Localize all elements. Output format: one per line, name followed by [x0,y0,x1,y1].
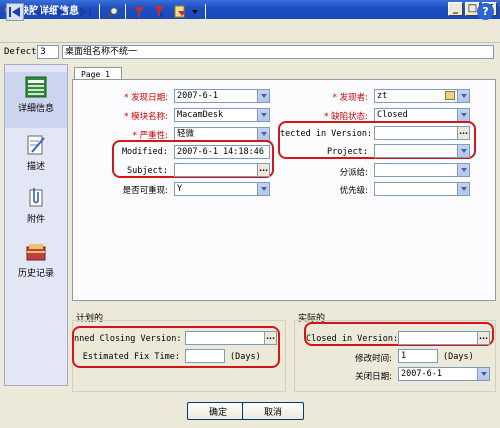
dropdown-arrow-icon[interactable] [190,3,200,21]
filter-clear-icon[interactable]: ! [150,3,168,21]
assigned-to-field[interactable] [374,163,470,177]
detected-by-field[interactable]: zt [374,89,470,103]
severity-field[interactable]: 轻微 [174,127,270,141]
history-icon [26,244,46,261]
actual-fix-time-field[interactable]: 1 [398,349,438,363]
next-record-icon[interactable] [52,3,70,21]
last-record-icon[interactable] [76,3,94,21]
browse-button[interactable]: ... [257,164,269,176]
project-field[interactable] [374,144,470,158]
detected-date-label: * 发现日期: [124,93,168,103]
toolbar-separator [125,4,126,20]
nav-item-details[interactable]: 详细信息 [5,72,67,128]
prev-record-icon[interactable] [28,3,46,21]
folder-icon[interactable] [445,91,455,100]
details-icon [25,76,47,98]
reproducible-label: 是否可重现: [122,186,168,196]
module-label: * 模块名称: [124,112,168,122]
closed-in-version-label: Closed in Version: [306,334,399,344]
detected-in-version-field[interactable]: ... [374,126,470,140]
detected-date-field[interactable]: 2007-6-1 [174,89,270,103]
toolbar-separator [205,4,206,20]
help-icon[interactable]: ? [477,3,494,20]
chevron-down-icon[interactable] [477,368,489,380]
subject-label: Subject: [127,166,168,176]
first-record-icon[interactable] [6,3,24,21]
defect-label: Defect [4,47,37,57]
nav-item-description[interactable]: 描述 [5,134,67,178]
chevron-down-icon[interactable] [457,164,469,176]
nav-item-label: 详细信息 [17,104,54,114]
priority-label: 优先级: [339,186,368,196]
minimize-button[interactable]: _ [448,2,463,16]
detected-in-version-label: tected in Version: [280,129,373,139]
chevron-down-icon[interactable] [457,183,469,195]
planned-closing-version-field[interactable]: ... [185,331,277,345]
estimated-fix-time-unit: (Days) [230,352,261,362]
chevron-down-icon[interactable] [257,109,269,121]
reproducible-field[interactable]: Y [174,182,270,196]
assigned-to-label: 分派给: [339,168,368,178]
nav-item-label: 历史记录 [17,269,54,279]
estimated-fix-time-label: Estimated Fix Time: [82,352,180,362]
priority-field[interactable] [374,182,470,196]
browse-button[interactable]: ... [264,332,276,344]
ok-button[interactable]: 确定 [187,402,249,420]
description-icon [27,135,45,155]
modified-label: Modified: [121,147,168,157]
chevron-down-icon[interactable] [257,90,269,102]
browse-button[interactable]: ... [457,127,469,139]
modified-field: 2007-6-1 14:18:46 [174,145,270,159]
nav-item-label: 附件 [26,215,45,225]
browse-button[interactable]: ... [477,332,489,344]
planned-closing-version-label: nned Closing Version: [74,334,182,344]
nav-item-label: 描述 [26,162,45,172]
status-field[interactable]: Closed [374,108,470,122]
defect-summary-field[interactable]: 桌面组名称不统一 [62,45,494,59]
nav-item-attachments[interactable]: 附件 [5,187,67,231]
actual-fix-time-unit: (Days) [443,352,474,362]
chevron-down-icon[interactable] [457,90,469,102]
estimated-fix-time-field[interactable] [185,349,225,363]
closing-date-label: 关闭日期: [355,372,392,382]
actual-fix-time-label: 修改时间: [355,354,392,364]
defect-number-field[interactable]: 3 [37,45,59,59]
subject-field[interactable]: ... [174,163,270,177]
attachment-icon [29,188,43,207]
title-bar: 缺陷详细信息 [0,0,500,19]
closing-date-field[interactable]: 2007-6-1 [398,367,490,381]
page-menu-icon[interactable] [172,3,190,21]
nav-item-history[interactable]: 历史记录 [5,241,67,285]
cancel-button[interactable]: 取消 [242,402,304,420]
module-field[interactable]: MacamDesk [174,108,270,122]
chevron-down-icon[interactable] [457,109,469,121]
project-label: Project: [327,147,368,157]
svg-text:!: ! [160,12,162,18]
chevron-down-icon[interactable] [257,183,269,195]
toolbar [0,19,500,43]
closed-in-version-field[interactable]: ... [398,331,490,345]
toolbar-separator [99,4,100,20]
find-icon[interactable] [104,3,122,21]
filter-icon[interactable] [130,3,148,21]
chevron-down-icon[interactable] [457,145,469,157]
detected-by-label: * 发现者: [332,93,368,103]
chevron-down-icon[interactable] [257,128,269,140]
